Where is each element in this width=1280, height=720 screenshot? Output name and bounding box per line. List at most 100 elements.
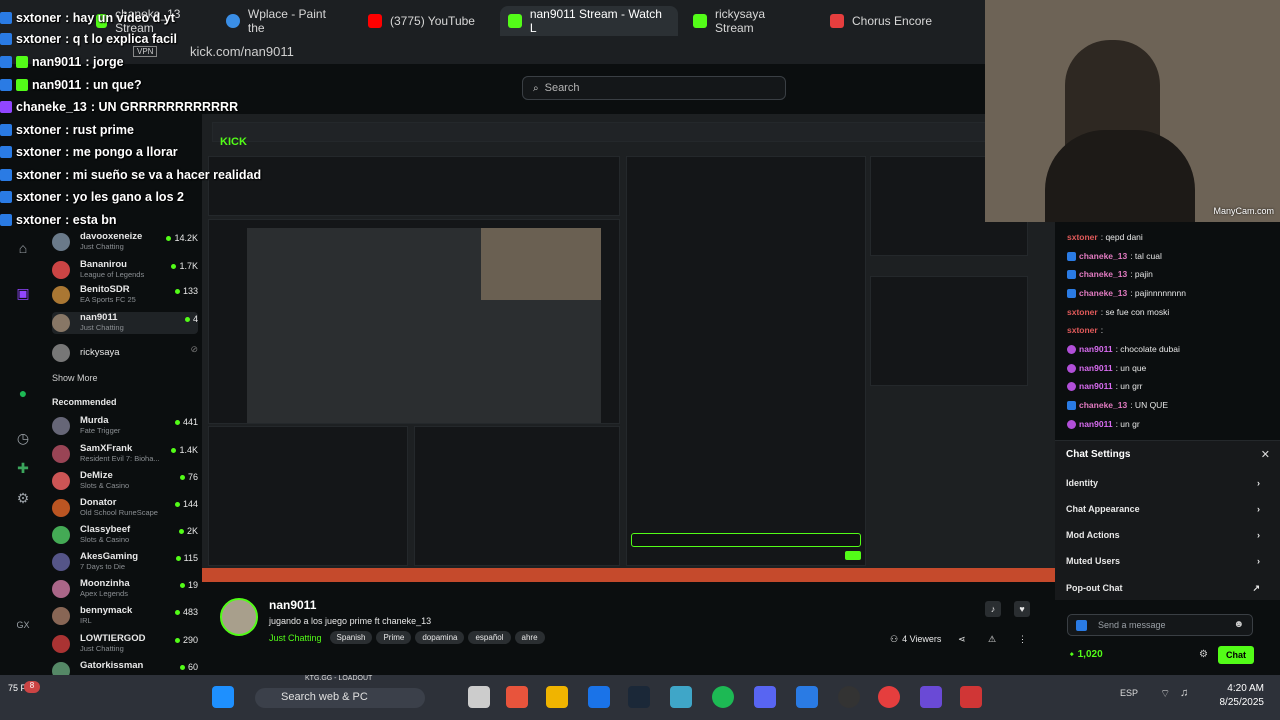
notification-badge: 8: [24, 681, 40, 693]
tab-chorus[interactable]: Chorus Encore: [822, 6, 952, 36]
chat-message: nan9011: un grr: [1067, 381, 1143, 391]
sidebar-channel[interactable]: Bananirou League of Legends 1.7K: [52, 259, 198, 281]
chat-message: sxtoner: se fue con moski: [1067, 307, 1170, 317]
settings-chat-appearance[interactable]: Chat Appearance ›: [1066, 504, 1260, 514]
spotify-icon[interactable]: [712, 686, 734, 708]
sidebar-channel[interactable]: Murda Fate Trigger 441: [52, 415, 198, 437]
store-icon[interactable]: [588, 686, 610, 708]
settings-muted-users[interactable]: Muted Users ›: [1066, 556, 1260, 566]
chevron-right-icon: ›: [1257, 504, 1260, 514]
search-input[interactable]: ⌕ Search: [522, 76, 786, 100]
heart-icon[interactable]: ♥: [1014, 601, 1030, 617]
browser-icon[interactable]: [796, 686, 818, 708]
avatar: [52, 553, 70, 571]
report-icon[interactable]: ⚠: [988, 634, 996, 645]
tab-wplace[interactable]: Wplace - Paint the: [218, 6, 353, 36]
live-dot: [166, 235, 172, 241]
steam-icon[interactable]: [628, 686, 650, 708]
close-icon[interactable]: ✕: [1261, 448, 1270, 461]
spotify-icon[interactable]: ●: [14, 385, 32, 403]
chat-settings-title: Chat Settings: [1066, 449, 1131, 460]
badge-icon: [0, 169, 12, 181]
show-more-link[interactable]: Show More: [52, 373, 98, 383]
avatar: [52, 344, 70, 362]
sidebar-channel[interactable]: rickysaya ⊘: [52, 342, 198, 364]
sidebar-channel[interactable]: Classybeef Slots & Casino 2K: [52, 524, 198, 546]
file-icon[interactable]: [468, 686, 490, 708]
tab-youtube[interactable]: (3775) YouTube: [360, 6, 490, 36]
sidebar-channel-active[interactable]: nan9011 Just Chatting 4: [52, 312, 198, 334]
history-icon[interactable]: ◷: [14, 430, 32, 448]
puzzle-icon[interactable]: ✚: [14, 460, 32, 478]
live-dot: [179, 582, 185, 588]
discord-icon[interactable]: [754, 686, 776, 708]
tag[interactable]: Prime: [376, 631, 412, 644]
settings-identity[interactable]: Identity ›: [1066, 478, 1260, 488]
chat-message-input[interactable]: Send a message ☻: [1067, 614, 1253, 636]
sidebar-channel[interactable]: davooxeneize Just Chatting 14.2K: [52, 231, 198, 253]
settings-mod-actions[interactable]: Mod Actions ›: [1066, 530, 1260, 540]
sidebar-channel[interactable]: SamXFrank Resident Evil 7: Bioha... 1.4K: [52, 443, 198, 465]
tag[interactable]: dopamina: [415, 631, 465, 644]
tab-nan9011[interactable]: nan9011 Stream - Watch L: [500, 6, 678, 36]
stream-info: nan9011 jugando a los juego prime ft cha…: [202, 582, 1055, 675]
chat-message: chaneke_13: tal cual: [1067, 251, 1162, 261]
vpn-badge[interactable]: VPN: [133, 46, 158, 57]
settings-icon[interactable]: ⚙: [14, 490, 32, 508]
folder-icon[interactable]: [546, 686, 568, 708]
twitch-icon[interactable]: ▣: [14, 285, 32, 303]
language-indicator[interactable]: ESP: [1120, 688, 1138, 698]
clock-time[interactable]: 4:20 AM: [1212, 683, 1264, 694]
windows-start-icon[interactable]: [212, 686, 234, 708]
live-dot: [178, 528, 184, 534]
overlay-message: sxtoner: q t lo explica facil: [0, 32, 177, 46]
send-chat-button[interactable]: Chat: [1218, 646, 1254, 664]
tab-rickysaya[interactable]: rickysaya Stream: [685, 6, 815, 36]
avatar: [52, 526, 70, 544]
channel-points[interactable]: ⬩ 1,020: [1070, 649, 1103, 660]
chat-message: nan9011: un que: [1067, 363, 1146, 373]
office-icon[interactable]: [506, 686, 528, 708]
stream-video[interactable]: KICK: [202, 114, 1055, 582]
volume-icon[interactable]: ♫: [1180, 687, 1188, 699]
overlay-message: sxtoner: mi sueño se va a hacer realidad: [0, 168, 261, 182]
bell-icon[interactable]: ♪: [985, 601, 1001, 617]
channel-avatar[interactable]: [220, 598, 258, 636]
category-link[interactable]: Just Chatting: [269, 633, 322, 643]
badge-icon: [0, 33, 12, 45]
obs-icon[interactable]: [838, 686, 860, 708]
live-dot: [174, 609, 180, 615]
sidebar-channel[interactable]: AkesGaming 7 Days to Die 115: [52, 551, 198, 573]
sidebar-channel[interactable]: LOWTIERGOD Just Chatting 290: [52, 633, 198, 655]
channel-name[interactable]: nan9011: [269, 598, 316, 612]
settings-popout-chat[interactable]: Pop-out Chat ↗: [1066, 583, 1260, 594]
sidebar-channel[interactable]: bennymack IRL 483: [52, 605, 198, 627]
more-icon[interactable]: ⋮: [1018, 634, 1027, 645]
kick-home-icon[interactable]: ⌂: [14, 240, 32, 258]
app-icon[interactable]: [960, 686, 982, 708]
sidebar-channel[interactable]: BenitoSDR EA Sports FC 25 133: [52, 284, 198, 306]
emoji-icon[interactable]: ☻: [1233, 619, 1244, 630]
tag[interactable]: Spanish: [329, 631, 373, 644]
app-icon[interactable]: [670, 686, 692, 708]
nested-stream-preview: [208, 219, 620, 424]
tag[interactable]: español: [468, 631, 511, 644]
taskbar-search[interactable]: Search web & PC: [255, 688, 425, 708]
gear-icon[interactable]: ⚙: [1199, 649, 1208, 660]
url-text[interactable]: kick.com/nan9011: [190, 44, 294, 59]
sidebar-channel[interactable]: Moonzinha Apex Legends 19: [52, 578, 198, 600]
sidebar-channel[interactable]: Donator Old School RuneScape 144: [52, 497, 198, 519]
person-body: [1045, 130, 1195, 222]
opera-gx-icon[interactable]: [878, 686, 900, 708]
clock-date[interactable]: 8/25/2025: [1204, 697, 1265, 708]
tag[interactable]: ahre: [514, 631, 545, 644]
overlay-message: nan9011: jorge: [0, 55, 124, 69]
share-icon[interactable]: ⋖: [958, 634, 966, 645]
viewer-count: ⚇ 4 Viewers: [890, 634, 942, 644]
sidebar-channel[interactable]: DeMize Slots & Casino 76: [52, 470, 198, 492]
sidebar-channel[interactable]: Gatorkissman 60: [52, 660, 198, 675]
app-icon[interactable]: [920, 686, 942, 708]
gx-icon[interactable]: GX: [14, 620, 32, 638]
chat-message: chaneke_13: UN QUE: [1067, 400, 1168, 410]
wifi-icon[interactable]: ⌔: [1160, 687, 1170, 701]
